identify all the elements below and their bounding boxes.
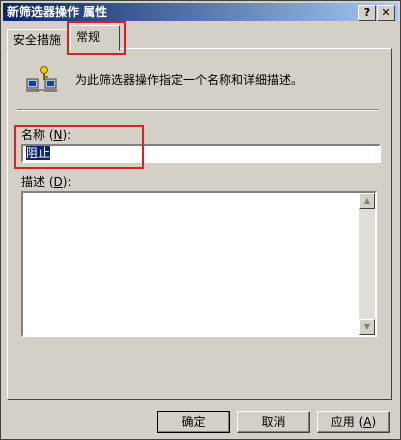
description-textarea[interactable]: ▲ ▼ — [21, 191, 377, 337]
help-button[interactable]: ? — [358, 5, 376, 21]
title-bar[interactable]: 新筛选器操作 属性 ? ✕ — [3, 3, 398, 21]
network-filter-icon — [26, 66, 57, 92]
name-input[interactable]: 阻止 — [21, 144, 381, 163]
panel-description: 为此筛选器操作指定一个名称和详细描述。 — [75, 73, 304, 87]
apply-button[interactable]: 应用 (A) — [317, 411, 390, 433]
scroll-down-icon[interactable]: ▼ — [359, 319, 375, 335]
cancel-button[interactable]: 取消 — [237, 411, 310, 433]
window-title: 新筛选器操作 属性 — [7, 5, 108, 19]
tab-general[interactable]: 常规 — [70, 25, 120, 51]
separator — [17, 109, 379, 111]
properties-dialog: 新筛选器操作 属性 ? ✕ 安全措施 常规 为此筛选器操作指定一个名称和详细描述… — [0, 0, 401, 440]
close-button[interactable]: ✕ — [377, 5, 395, 21]
name-label: 名称 (N): — [21, 128, 72, 142]
description-scrollbar[interactable]: ▲ ▼ — [359, 193, 375, 335]
tab-security-measures[interactable]: 安全措施 — [7, 29, 71, 51]
ok-button[interactable]: 确定 — [157, 411, 230, 433]
desc-label: 描述 (D): — [21, 175, 72, 189]
name-input-value: 阻止 — [26, 146, 51, 160]
scroll-up-icon[interactable]: ▲ — [359, 193, 375, 209]
